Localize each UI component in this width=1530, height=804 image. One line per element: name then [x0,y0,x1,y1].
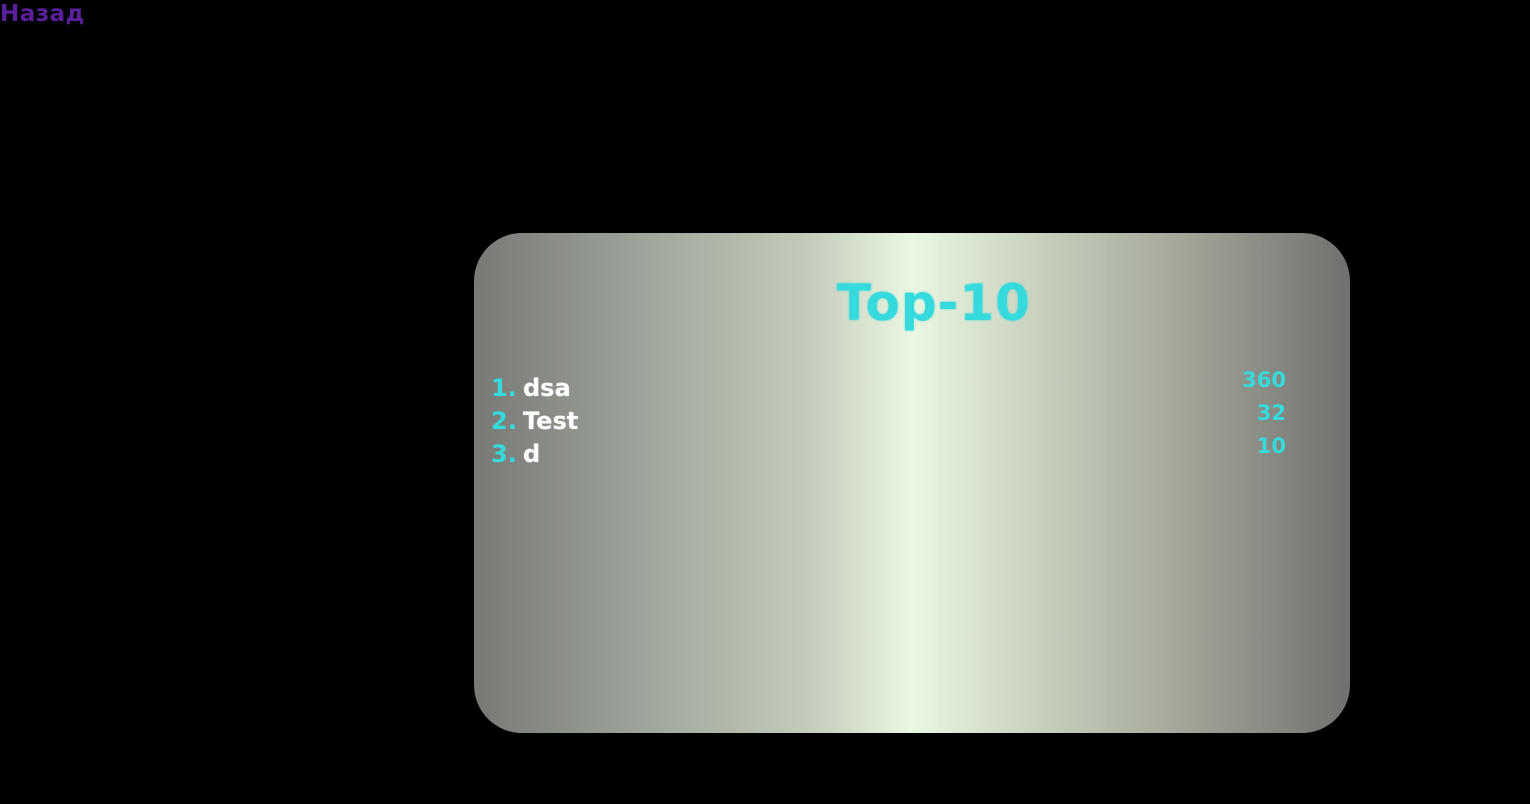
rank-number: 2. [491,406,517,435]
player-score: 10 [1256,434,1286,458]
leaderboard-row: 2. Test 32 [491,401,1286,437]
leaderboard-title: Top-10 [837,274,1031,332]
player-name: d [523,439,541,468]
player-name: Test [523,406,579,435]
leaderboard-panel: Top-10 1. dsa 360 2. Test 32 3. d 10 [474,233,1350,733]
rank-number: 1. [491,373,517,402]
leaderboard-list: 1. dsa 360 2. Test 32 3. d 10 [491,368,1286,470]
player-name: dsa [523,373,571,402]
back-link[interactable]: Назад [0,0,85,28]
leaderboard-row: 1. dsa 360 [491,368,1286,404]
player-score: 360 [1242,368,1286,392]
leaderboard-row: 3. d 10 [491,434,1286,470]
rank-number: 3. [491,439,517,468]
player-score: 32 [1256,401,1286,425]
